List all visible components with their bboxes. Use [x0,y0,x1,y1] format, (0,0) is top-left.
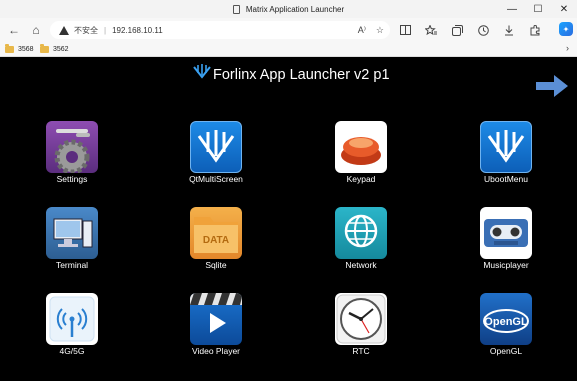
launcher-title: Forlinx App Launcher v2 p1 [213,67,390,83]
app-label: QtMultiScreen [189,174,243,184]
opengl-icon[interactable]: OpenGL [480,293,532,345]
app-tile-ubootmenu[interactable]: UbootMenu [456,121,556,191]
favorite-label: 3568 [18,46,34,53]
favorites-icon[interactable] [418,21,444,39]
app-tile-qtmultiscreen[interactable]: QtMultiScreen [166,121,266,191]
favorite-star-icon[interactable]: ☆ [376,25,384,36]
app-label: Keypad [346,174,376,184]
terminal-icon[interactable] [46,207,98,259]
app-label: Sqlite [205,260,227,270]
folder-icon [5,44,14,53]
app-label: Video Player [191,346,241,356]
app-tile-4g5g[interactable]: 4G/5G [22,293,122,363]
url-divider: | [104,25,107,35]
qtmultiscreen-icon[interactable] [190,121,242,173]
browser-toolbar: ← ⌂ 不安全 | 192.168.10.11 A⁾ ☆ ✦ [0,18,577,42]
app-label: Terminal [55,260,89,270]
extensions-icon[interactable] [522,21,548,39]
app-label: 4G/5G [59,346,85,356]
warning-icon[interactable] [59,25,69,35]
app-label: Musicplayer [483,260,529,270]
security-label[interactable]: 不安全 [74,25,98,36]
minimize-button[interactable]: — [499,0,525,18]
app-label: RTC [352,346,370,356]
app-tile-opengl[interactable]: OpenGL OpenGL [456,293,556,363]
window-title-area: Matrix Application Launcher [0,0,577,18]
app-tile-terminal[interactable]: Terminal [22,207,122,277]
copilot-icon[interactable]: ✦ [559,22,573,36]
network-icon[interactable] [335,207,387,259]
clock-icon[interactable] [335,293,387,345]
musicplayer-icon[interactable] [480,207,532,259]
opengl-badge-text: OpenGL [484,316,528,328]
app-tile-sqlite[interactable]: DATA Sqlite [166,207,266,277]
back-button[interactable]: ← [4,20,24,40]
app-label: Settings [56,174,88,184]
app-tile-video-player[interactable]: Video Player [166,293,266,363]
app-tile-keypad[interactable]: Keypad [311,121,411,191]
app-tile-settings[interactable]: Settings [22,121,122,191]
settings-icon[interactable] [46,121,98,173]
read-aloud-icon[interactable]: A⁾ [358,25,366,36]
launcher-header: Forlinx App Launcher v2 p1 [0,57,577,97]
cellular-icon[interactable] [46,293,98,345]
favorites-bar: 3568 3562 › [0,42,577,57]
video-player-icon[interactable] [190,293,242,345]
history-icon[interactable] [470,21,496,39]
app-tile-musicplayer[interactable]: Musicplayer [456,207,556,277]
keypad-icon[interactable] [335,121,387,173]
browser-titlebar: Matrix Application Launcher — ☐ ✕ [0,0,577,18]
chevron-right-icon[interactable]: › [566,43,569,53]
app-tile-rtc[interactable]: RTC [311,293,411,363]
app-tile-network[interactable]: Network [311,207,411,277]
folder-icon [40,44,49,53]
page-icon [232,4,240,14]
address-bar[interactable]: 不安全 | 192.168.10.11 A⁾ ☆ [50,21,390,39]
sqlite-icon[interactable]: DATA [190,207,242,259]
favorite-item-3568[interactable]: 3568 [5,44,34,55]
home-button[interactable]: ⌂ [26,20,46,40]
app-label: Network [345,260,377,270]
app-label: UbootMenu [484,174,528,184]
sqlite-badge-text: DATA [203,235,229,246]
next-page-arrow-icon[interactable] [536,75,568,97]
app-label: OpenGL [489,346,523,356]
split-screen-icon[interactable] [392,21,418,39]
maximize-button[interactable]: ☐ [525,0,551,18]
downloads-icon[interactable] [496,21,522,39]
favorite-label: 3562 [53,46,69,53]
collections-icon[interactable] [444,21,470,39]
favorite-item-3562[interactable]: 3562 [40,44,69,55]
ubootmenu-icon[interactable] [480,121,532,173]
toolbar-icons [392,21,548,39]
launcher-screen: Forlinx App Launcher v2 p1 Settings QtMu… [0,57,577,381]
forlinx-logo-icon [193,64,211,79]
window-title: Matrix Application Launcher [245,4,345,14]
url-text[interactable]: 192.168.10.11 [112,26,163,35]
close-button[interactable]: ✕ [551,0,577,18]
